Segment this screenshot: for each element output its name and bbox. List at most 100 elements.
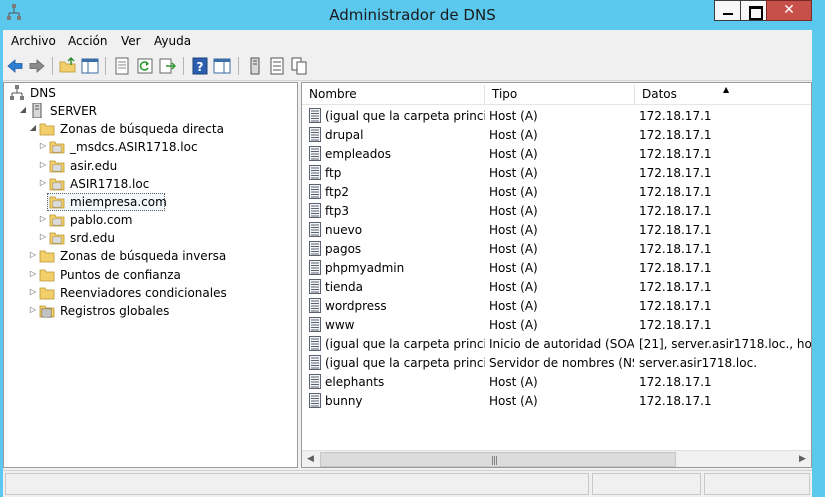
dns-record-icon (309, 260, 321, 275)
menu-accion[interactable]: Acción (68, 34, 107, 48)
dns-record-icon (309, 393, 321, 408)
refresh-icon[interactable] (136, 57, 154, 75)
list-view-icon[interactable] (268, 57, 286, 75)
collapse-arrow-icon[interactable]: ◢ (28, 123, 38, 133)
expand-arrow-icon[interactable]: ▷ (28, 250, 38, 260)
scroll-left-icon[interactable]: ◀ (302, 451, 319, 467)
scrollbar-thumb[interactable]: ||| (320, 452, 676, 467)
dns-record-icon (309, 165, 321, 180)
table-row[interactable]: (igual que la carpeta princip... Servidor… (302, 353, 811, 372)
tree-node-label: Reenviadores condicionales (60, 285, 227, 300)
tree-node[interactable]: ◢ Zonas de búsqueda directa (4, 120, 297, 138)
table-row[interactable]: ftp2 Host (A) 172.18.17.1 (302, 182, 811, 201)
tree-node[interactable]: ▷ Puntos de confianza (4, 266, 297, 284)
menu-ver[interactable]: Ver (121, 34, 141, 48)
dns-record-icon (309, 184, 321, 199)
status-bar (3, 470, 812, 497)
table-row[interactable]: drupal Host (A) 172.18.17.1 (302, 125, 811, 144)
dns-record-icon (309, 336, 321, 351)
folder-icon (39, 285, 55, 300)
table-row[interactable]: (igual que la carpeta princip... Inicio d… (302, 334, 811, 353)
dns-record-icon (309, 222, 321, 237)
table-row[interactable]: (igual que la carpeta princip... Host (A)… (302, 106, 811, 125)
record-type: Host (A) (489, 375, 538, 389)
svg-text:?: ? (197, 60, 204, 74)
up-folder-icon[interactable] (59, 57, 77, 75)
record-type: Servidor de nombres (NS) (489, 356, 634, 370)
table-row[interactable]: www Host (A) 172.18.17.1 (302, 315, 811, 334)
menu-ayuda[interactable]: Ayuda (154, 34, 191, 48)
dns-record-icon (309, 355, 321, 370)
table-row[interactable]: pagos Host (A) 172.18.17.1 (302, 239, 811, 258)
column-header-nombre[interactable]: Nombre (302, 85, 485, 104)
tree-node[interactable]: ▷ srd.edu (4, 229, 297, 247)
tree-node[interactable]: ▷ _msdcs.ASIR1718.loc (4, 138, 297, 156)
minimize-button[interactable] (714, 0, 741, 21)
maximize-button[interactable] (740, 0, 767, 21)
record-name: elephants (325, 375, 385, 389)
record-data: 172.18.17.1 (639, 109, 712, 123)
tree-node-label: asir.edu (70, 158, 118, 173)
record-data: [21], server.asir1718.loc., hostm... (639, 337, 811, 351)
tree-node-label: srd.edu (70, 231, 116, 246)
tree-node[interactable]: ▷ pablo.com (4, 211, 297, 229)
table-row[interactable]: elephants Host (A) 172.18.17.1 (302, 372, 811, 391)
expand-arrow-icon[interactable]: ▷ (38, 214, 48, 224)
menu-archivo[interactable]: Archivo (11, 34, 56, 48)
table-row[interactable]: ftp Host (A) 172.18.17.1 (302, 163, 811, 182)
column-header-tipo[interactable]: Tipo (485, 85, 635, 104)
dns-record-icon (309, 317, 321, 332)
record-type: Inicio de autoridad (SOA) (489, 337, 634, 351)
expand-arrow-icon[interactable]: ▷ (38, 160, 48, 170)
tree-node-label: DNS (30, 86, 56, 100)
tree-node[interactable]: ▷ ASIR1718.loc (4, 175, 297, 193)
expand-arrow-icon[interactable]: ▷ (28, 269, 38, 279)
tree-node[interactable]: ▷ Zonas de búsqueda inversa (4, 247, 297, 265)
record-type: Host (A) (489, 128, 538, 142)
scroll-right-icon[interactable]: ▶ (794, 451, 811, 467)
copy-records-icon[interactable] (290, 57, 308, 75)
properties-icon[interactable] (113, 57, 131, 75)
console-tree[interactable]: DNS ◢ SERVER ◢ Zonas de búsqueda directa ▷ _ms… (3, 82, 298, 468)
table-row[interactable]: empleados Host (A) 172.18.17.1 (302, 144, 811, 163)
record-type: Host (A) (489, 242, 538, 256)
record-name: nuevo (325, 223, 363, 237)
tree-node[interactable]: ▷ Reenviadores condicionales (4, 284, 297, 302)
expand-arrow-icon[interactable]: ▷ (38, 232, 48, 242)
table-row[interactable]: tienda Host (A) 172.18.17.1 (302, 277, 811, 296)
expand-arrow-icon[interactable]: ▷ (38, 178, 48, 188)
window-frame-right (812, 30, 825, 497)
export-list-icon[interactable] (158, 57, 176, 75)
tree-node[interactable]: DNS (4, 84, 297, 102)
tree-node[interactable]: ◢ SERVER (4, 102, 297, 120)
show-hide-tree-icon[interactable] (81, 57, 99, 75)
tree-node-label: miempresa.com (70, 194, 167, 209)
record-name: phpmyadmin (325, 261, 405, 275)
record-type: Host (A) (489, 166, 538, 180)
show-action-pane-icon[interactable] (213, 57, 231, 75)
tree-node[interactable]: ▷ Registros globales (4, 302, 297, 320)
record-name: pagos (325, 242, 362, 256)
collapse-arrow-icon[interactable]: ◢ (18, 105, 28, 115)
title-bar: Administrador de DNS ✕ (0, 0, 825, 30)
close-button[interactable]: ✕ (766, 0, 812, 21)
server-icon[interactable] (246, 57, 264, 75)
expand-arrow-icon[interactable]: ▷ (28, 287, 38, 297)
help-icon[interactable]: ? (191, 57, 209, 75)
expand-arrow-icon[interactable]: ▷ (38, 141, 48, 151)
back-icon[interactable] (6, 57, 24, 75)
record-type: Host (A) (489, 299, 538, 313)
record-type: Host (A) (489, 204, 538, 218)
forward-icon[interactable] (28, 57, 46, 75)
table-row[interactable]: wordpress Host (A) 172.18.17.1 (302, 296, 811, 315)
record-data: 172.18.17.1 (639, 147, 712, 161)
records-list[interactable]: Nombre Tipo Datos ▲ (igual que la carpet… (301, 82, 812, 468)
table-row[interactable]: nuevo Host (A) 172.18.17.1 (302, 220, 811, 239)
expand-arrow-icon[interactable]: ▷ (28, 305, 38, 315)
tree-node[interactable]: ▷ asir.edu (4, 157, 297, 175)
table-row[interactable]: phpmyadmin Host (A) 172.18.17.1 (302, 258, 811, 277)
horizontal-scrollbar[interactable]: ◀ ||| ▶ (302, 450, 811, 467)
table-row[interactable]: ftp3 Host (A) 172.18.17.1 (302, 201, 811, 220)
tree-node[interactable]: miempresa.com (4, 192, 297, 211)
table-row[interactable]: bunny Host (A) 172.18.17.1 (302, 391, 811, 410)
